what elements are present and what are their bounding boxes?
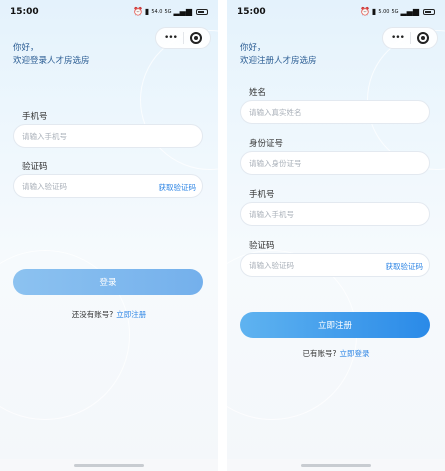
register-screen: 15:00 ⏰ ▮ 5.00 5G ▂▄▆ ••• 你好， 欢迎注册人才房选房 … <box>227 0 445 471</box>
signal-icon: ▂▄▆ <box>400 7 419 16</box>
status-bar: 15:00 ⏰ ▮ 54.0 5G ▂▄▆ <box>10 5 208 19</box>
battery-icon <box>423 9 435 15</box>
code-label: 验证码 <box>22 162 48 172</box>
code-input[interactable]: 请输入验证码 获取验证码 <box>13 174 203 198</box>
phone-input[interactable]: 请输入手机号 <box>240 202 430 226</box>
greeting-line-1: 你好， <box>240 43 266 53</box>
register-prompt-text: 还没有账号? <box>71 310 114 319</box>
phone-label: 手机号 <box>249 190 275 200</box>
vibrate-icon: ▮ <box>144 7 150 16</box>
alarm-icon: ⏰ <box>359 7 370 16</box>
code-label: 验证码 <box>249 241 275 251</box>
mini-program-capsule: ••• <box>382 27 438 49</box>
code-placeholder: 请输入验证码 <box>249 260 294 270</box>
name-placeholder: 请输入真实姓名 <box>249 107 302 117</box>
register-prompt: 还没有账号? 立即注册 <box>0 309 218 320</box>
login-button[interactable]: 登录 <box>13 269 203 295</box>
battery-icon <box>196 9 208 15</box>
network-label: 5G <box>164 9 172 15</box>
id-number-placeholder: 请输入身份证号 <box>249 158 302 168</box>
greeting-line-1: 你好， <box>13 43 39 53</box>
more-icon[interactable]: ••• <box>164 34 178 43</box>
status-time: 15:00 <box>10 7 39 17</box>
vibrate-icon: ▮ <box>371 7 377 16</box>
status-icons: ⏰ ▮ 54.0 5G ▂▄▆ <box>133 8 208 16</box>
code-placeholder: 请输入验证码 <box>22 181 67 191</box>
background-decoration <box>140 30 218 170</box>
register-button[interactable]: 立即注册 <box>240 312 430 338</box>
status-icons: ⏰ ▮ 5.00 5G ▂▄▆ <box>360 8 435 16</box>
status-time: 15:00 <box>237 7 266 17</box>
close-target-icon[interactable] <box>416 32 429 44</box>
alarm-icon: ⏰ <box>132 7 143 16</box>
id-number-label: 身份证号 <box>249 139 284 149</box>
greeting: 你好， 欢迎登录人才房选房 <box>13 42 90 68</box>
name-label: 姓名 <box>249 88 267 98</box>
login-screen: 15:00 ⏰ ▮ 54.0 5G ▂▄▆ ••• 你好， 欢迎登录人才房选房 … <box>0 0 218 471</box>
greeting-line-2: 欢迎登录人才房选房 <box>13 56 90 66</box>
more-icon[interactable]: ••• <box>391 34 405 43</box>
status-bar: 15:00 ⏰ ▮ 5.00 5G ▂▄▆ <box>237 5 435 19</box>
home-indicator <box>74 464 144 467</box>
login-link[interactable]: 立即登录 <box>339 349 369 358</box>
home-indicator <box>301 464 371 467</box>
register-link[interactable]: 立即注册 <box>116 310 146 319</box>
get-code-button[interactable]: 获取验证码 <box>159 182 197 193</box>
phone-label: 手机号 <box>22 112 48 122</box>
id-number-input[interactable]: 请输入身份证号 <box>240 151 430 175</box>
signal-icon: ▂▄▆ <box>173 7 192 16</box>
capsule-divider <box>409 32 411 44</box>
greeting: 你好， 欢迎注册人才房选房 <box>240 42 317 68</box>
phone-placeholder: 请输入手机号 <box>249 209 294 219</box>
network-label: 5G <box>391 9 399 15</box>
login-prompt-text: 已有账号? <box>302 349 337 358</box>
close-target-icon[interactable] <box>189 32 202 44</box>
network-speed-icon: 5.00 <box>378 9 390 15</box>
name-input[interactable]: 请输入真实姓名 <box>240 100 430 124</box>
capsule-divider <box>182 32 184 44</box>
greeting-line-2: 欢迎注册人才房选房 <box>240 56 317 66</box>
phone-input[interactable]: 请输入手机号 <box>13 124 203 148</box>
get-code-button[interactable]: 获取验证码 <box>386 261 424 272</box>
phone-placeholder: 请输入手机号 <box>22 131 67 141</box>
network-speed-icon: 54.0 <box>151 9 163 15</box>
code-input[interactable]: 请输入验证码 获取验证码 <box>240 253 430 277</box>
mini-program-capsule: ••• <box>155 27 211 49</box>
login-prompt: 已有账号? 立即登录 <box>227 348 445 359</box>
